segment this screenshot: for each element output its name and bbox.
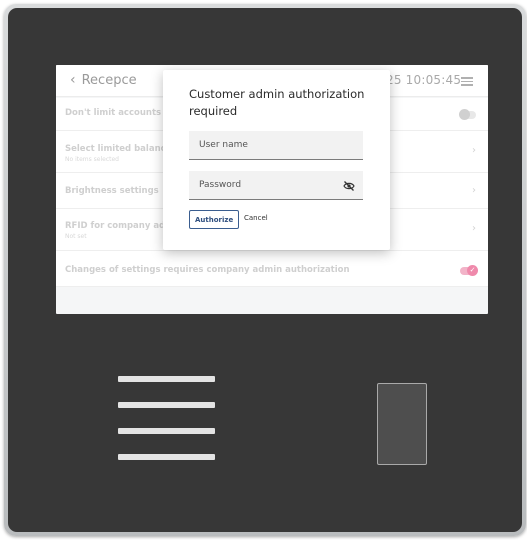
eye-off-icon[interactable] — [343, 180, 355, 192]
admin-authorization-toggle[interactable]: ✓ — [460, 265, 478, 276]
setting-sublabel: Not set — [65, 233, 87, 240]
speaker-grill-slot — [118, 428, 215, 434]
speaker-grill-slot — [118, 376, 215, 382]
setting-label: Select limited balanc — [65, 144, 166, 154]
authorize-button[interactable]: Authorize — [189, 210, 240, 229]
check-icon: ✓ — [467, 265, 478, 276]
speaker-grill-slot — [118, 402, 215, 408]
limit-accounts-toggle[interactable] — [459, 109, 476, 120]
cancel-button[interactable]: Cancel — [244, 214, 268, 222]
setting-row-admin-authorization[interactable]: Changes of settings requires company adm… — [56, 251, 488, 287]
chevron-right-icon: › — [472, 223, 476, 234]
password-input[interactable] — [189, 171, 363, 199]
password-field[interactable] — [189, 171, 363, 200]
device-frame: ‹ Recepce 25 10:05:45 Don't limit account… — [4, 4, 526, 536]
setting-label: RFID for company ad — [65, 221, 166, 231]
chevron-left-icon: ‹ — [70, 72, 76, 88]
clock: 25 10:05:45 — [386, 73, 462, 87]
speaker-grill-slot — [118, 454, 215, 460]
setting-label: Don't limit accounts — [65, 108, 162, 118]
setting-sublabel: No items selected — [65, 156, 119, 163]
authorization-dialog: Customer admin authorization required Au… — [163, 70, 390, 250]
chevron-right-icon: › — [472, 145, 476, 156]
card-reader — [377, 383, 427, 465]
chevron-right-icon: › — [472, 185, 476, 196]
username-field[interactable] — [189, 131, 363, 160]
setting-label: Changes of settings requires company adm… — [65, 265, 350, 275]
device-face: ‹ Recepce 25 10:05:45 Don't limit account… — [8, 8, 522, 532]
back-button[interactable]: ‹ Recepce — [70, 72, 137, 88]
username-input[interactable] — [189, 131, 363, 159]
hamburger-menu-icon[interactable] — [461, 77, 473, 86]
back-label: Recepce — [81, 73, 137, 88]
setting-label: Brightness settings — [65, 186, 159, 196]
dialog-title: Customer admin authorization required — [189, 87, 365, 118]
